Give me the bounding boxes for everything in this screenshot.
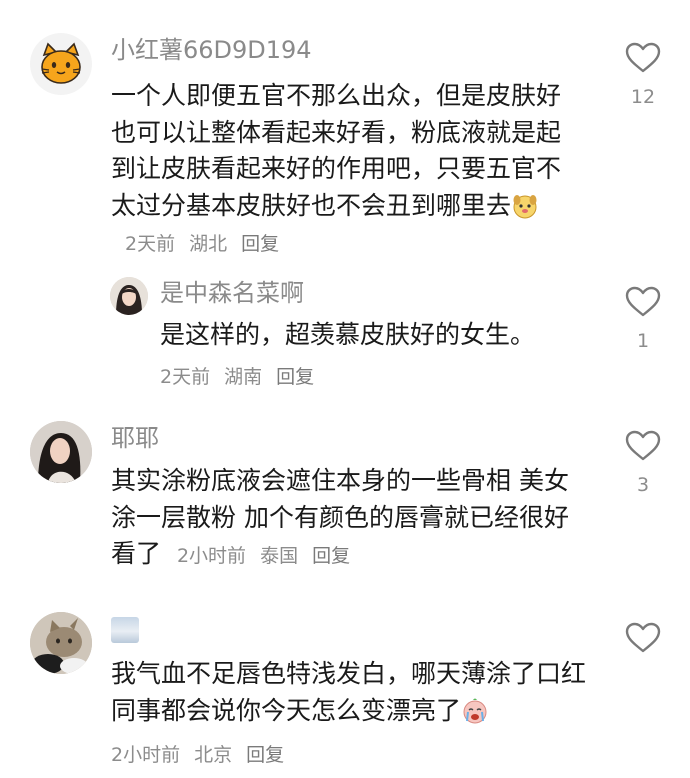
reply-username[interactable]: 是中森名菜啊 [160, 278, 304, 308]
like-button[interactable]: 12 [617, 42, 669, 108]
reply-text: 是这样的，超羡慕皮肤好的女生。 [160, 320, 536, 349]
like-button[interactable]: 1 [617, 286, 669, 352]
orange-cat-icon [41, 42, 81, 84]
comment-username[interactable]: 小红薯66D9D194 [111, 35, 312, 65]
cloud-image-icon[interactable] [111, 617, 139, 643]
like-count: 12 [630, 86, 656, 108]
comment-meta: 2天前 湖北 回复 [125, 233, 293, 255]
reply-button[interactable]: 回复 [312, 545, 350, 567]
like-count: 3 [636, 474, 650, 496]
like-count: 1 [636, 330, 650, 352]
like-button[interactable] [617, 622, 669, 654]
puppy-face-sticker-icon [513, 194, 537, 218]
heart-icon [625, 622, 661, 653]
reply-button[interactable]: 回复 [276, 366, 314, 388]
comment-body: 我气血不足唇色特浅发白，哪天薄涂了口红同事都会说你今天怎么变漂亮了 [111, 659, 587, 725]
comment-body: 一个人即便五官不那么出众，但是皮肤好也可以让整体看起来好看，粉底液就是起到让皮肤… [111, 81, 562, 220]
heart-icon [625, 430, 661, 461]
avatar[interactable] [110, 277, 148, 315]
comment-location: 湖北 [189, 233, 228, 255]
crying-sticker-icon [463, 698, 487, 723]
avatar[interactable] [30, 33, 92, 95]
woman-photo-avatar-icon [30, 421, 92, 483]
reply-location: 湖南 [224, 366, 263, 388]
cat-photo-avatar-icon [30, 612, 92, 674]
reply-time: 2天前 [160, 366, 211, 388]
comment-location: 北京 [194, 744, 233, 766]
comment-meta: 2小时前 泰国 回复 [177, 545, 364, 567]
comment-location: 泰国 [260, 545, 299, 567]
reply-button[interactable]: 回复 [241, 233, 279, 255]
reply-button[interactable]: 回复 [246, 744, 284, 766]
like-button[interactable]: 3 [617, 430, 669, 496]
comment-text: 我气血不足唇色特浅发白，哪天薄涂了口红同事都会说你今天怎么变漂亮了 [111, 656, 586, 729]
reply-meta: 2天前 湖南 回复 [160, 362, 328, 389]
comment-time: 2天前 [125, 233, 176, 255]
heart-icon [625, 286, 661, 317]
comment-meta: 2小时前 北京 回复 [111, 740, 298, 767]
comment-text: 其实涂粉底液会遮住本身的一些骨相 美女涂一层散粉 加个有颜色的唇膏就已经很好看了… [111, 463, 581, 575]
heart-icon [625, 42, 661, 73]
comment-time: 2小时前 [111, 744, 181, 766]
comment-time: 2小时前 [176, 545, 247, 567]
avatar[interactable] [30, 421, 92, 483]
girl-portrait-avatar-icon [110, 277, 148, 315]
comment-username[interactable]: 耶耶 [111, 423, 159, 453]
avatar[interactable] [30, 612, 92, 674]
comment-text: 一个人即便五官不那么出众，但是皮肤好也可以让整体看起来好看，粉底液就是起到让皮肤… [111, 78, 571, 263]
